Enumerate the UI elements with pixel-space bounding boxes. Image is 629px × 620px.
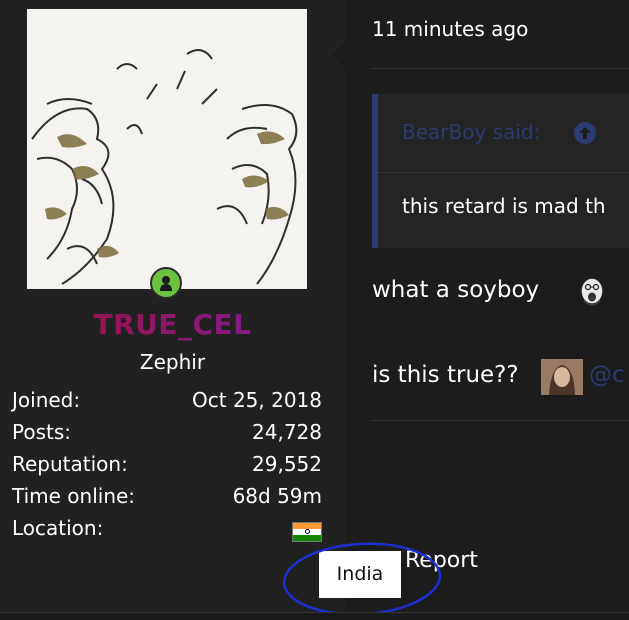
stat-location: Location:	[12, 516, 322, 546]
chakra-icon	[304, 529, 310, 535]
bottom-bar	[0, 612, 629, 620]
stat-value: Oct 25, 2018	[192, 388, 322, 412]
user-avatar[interactable]	[27, 9, 307, 289]
mention-user-avatar[interactable]	[541, 359, 583, 395]
stat-joined: Joined: Oct 25, 2018	[12, 388, 322, 418]
stat-label: Posts:	[12, 420, 72, 444]
stat-label: Time online:	[12, 484, 136, 508]
location-tooltip: India	[319, 551, 401, 598]
report-link[interactable]: Report	[405, 548, 478, 573]
stat-posts: Posts: 24,728	[12, 420, 322, 450]
post-line-2: is this true??	[372, 362, 519, 388]
divider	[372, 420, 629, 421]
post-timestamp[interactable]: 11 minutes ago	[372, 17, 528, 41]
soyboy-emoji-icon	[580, 277, 604, 306]
quote-author[interactable]: BearBoy said:	[402, 120, 540, 144]
avatar-drawing	[27, 9, 307, 289]
stat-time-online: Time online: 68d 59m	[12, 484, 322, 514]
flag-white-band	[293, 528, 321, 535]
stat-label: Location:	[12, 516, 104, 540]
stat-value: 68d 59m	[232, 484, 322, 508]
jump-to-quote-icon[interactable]	[574, 122, 596, 144]
stat-value: 24,728	[252, 420, 322, 444]
message-user-sidebar: TRUE_CEL Zephir Joined: Oct 25, 2018 Pos…	[0, 0, 345, 612]
flag-green-band	[293, 534, 321, 541]
stat-label: Reputation:	[12, 452, 128, 476]
arrow-up-icon	[579, 127, 591, 139]
quote-text: this retard is mad th	[402, 194, 606, 218]
user-title: Zephir	[139, 350, 206, 374]
divider	[372, 68, 629, 69]
quote-block: BearBoy said: this retard is mad th	[372, 94, 629, 248]
user-silhouette-icon	[160, 276, 172, 291]
india-flag-icon[interactable]	[292, 522, 322, 542]
post-line-1: what a soyboy	[372, 277, 540, 303]
online-user-icon	[150, 267, 182, 299]
stat-value: 29,552	[252, 452, 322, 476]
stat-label: Joined:	[12, 388, 81, 412]
stat-reputation: Reputation: 29,552	[12, 452, 322, 482]
quote-divider	[378, 172, 629, 173]
mention-link[interactable]: @c	[589, 362, 625, 388]
message-arrow	[332, 40, 346, 70]
portrait-image	[541, 359, 583, 395]
username-link[interactable]: TRUE_CEL	[0, 308, 345, 341]
